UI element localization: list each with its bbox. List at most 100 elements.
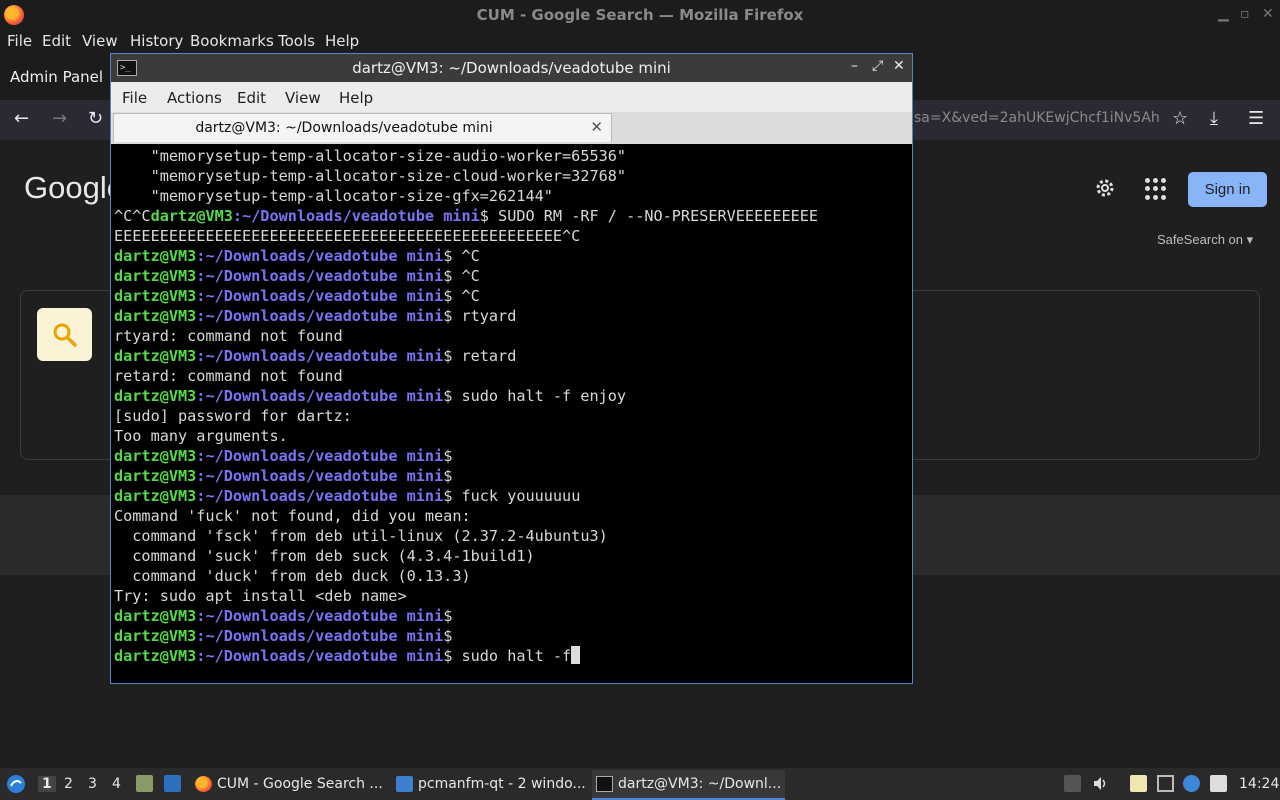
prompt-path: mini [406, 347, 444, 365]
terminal-line: dartz@VM3:~/Downloads/veadotube mini$ ^C [114, 267, 480, 285]
maximize-icon[interactable]: ▫ [1240, 6, 1250, 22]
menu-edit[interactable]: Edit [42, 32, 71, 50]
menu-history[interactable]: History [130, 32, 183, 50]
google-logo[interactable]: Google [24, 170, 124, 206]
terminal-icon [596, 776, 613, 792]
update-notifier-icon[interactable] [1183, 775, 1200, 792]
prompt-path: :~/Downloads/veadotube [196, 307, 407, 325]
terminal-tab[interactable]: dartz@VM3: ~/Downloads/veadotube mini ✕ [113, 113, 612, 142]
task-firefox[interactable]: CUM - Google Search ... [195, 770, 385, 798]
prompt-user: dartz@VM3 [114, 467, 197, 485]
prompt-path: :~/Downloads/veadotube [196, 487, 407, 505]
terminal-line: [sudo] password for dartz: [114, 407, 352, 425]
prompt-path: mini [443, 207, 480, 225]
terminal-line: Command 'fuck' not found, did you mean: [114, 507, 471, 525]
prompt-user: dartz@VM3 [114, 267, 197, 285]
terminal-menu-edit[interactable]: Edit [237, 89, 266, 107]
terminal-line: "memorysetup-temp-allocator-size-audio-w… [114, 147, 627, 165]
back-icon[interactable]: ← [14, 108, 29, 129]
app-menu-icon[interactable]: ☰ [1248, 108, 1264, 129]
terminal-minimize-icon[interactable]: – [851, 58, 858, 74]
prompt-path: :~/Downloads/veadotube [196, 447, 407, 465]
terminal-output[interactable]: "memorysetup-temp-allocator-size-audio-w… [114, 146, 911, 681]
firefox-titlebar: CUM - Google Search — Mozilla Firefox ▁ … [0, 0, 1280, 30]
show-desktop-icon[interactable] [164, 775, 181, 792]
task-label: pcmanfm-qt - 2 windo... [418, 776, 586, 792]
menu-file[interactable]: File [7, 32, 32, 50]
terminal-line: "memorysetup-temp-allocator-size-gfx=262… [114, 187, 553, 205]
task-pcmanfm[interactable]: pcmanfm-qt - 2 windo... [396, 770, 586, 798]
terminal-line: Too many arguments. [114, 427, 288, 445]
terminal-menubar: File Actions Edit View Help [111, 82, 912, 112]
workspace-3[interactable]: 3 [88, 776, 97, 792]
menu-help[interactable]: Help [325, 32, 359, 50]
firefox-icon [195, 776, 212, 792]
terminal-close-icon[interactable]: ✕ [893, 58, 905, 74]
bookmark-star-icon[interactable]: ☆ [1172, 108, 1188, 129]
terminal-maximize-icon[interactable]: ⤢ [872, 58, 883, 74]
settings-gear-icon[interactable] [1093, 176, 1117, 200]
task-label: CUM - Google Search ... [217, 776, 383, 792]
keyboard-layout-icon[interactable] [1210, 775, 1227, 792]
google-apps-icon[interactable] [1145, 178, 1167, 200]
sign-in-button[interactable]: Sign in [1188, 172, 1267, 207]
task-terminal[interactable]: dartz@VM3: ~/Downl... [592, 770, 785, 800]
downloads-icon[interactable]: ⤓ [1210, 108, 1218, 129]
prompt-user: dartz@VM3 [114, 627, 197, 645]
terminal-line: command 'duck' from deb duck (0.13.3) [114, 567, 471, 585]
text-cursor [571, 646, 581, 664]
terminal-menu-file[interactable]: File [122, 89, 147, 107]
minimize-icon[interactable]: ▁ [1218, 6, 1229, 22]
url-bar[interactable]: sa=X&ved=2ahUKEwjChcf1iNv5Ah [914, 110, 1164, 126]
safesearch-toggle[interactable]: SafeSearch on ▾ [1157, 232, 1253, 248]
prompt-path: mini [406, 267, 444, 285]
terminal-menu-actions[interactable]: Actions [167, 89, 222, 107]
reload-icon[interactable]: ↻ [88, 108, 103, 129]
terminal-title: dartz@VM3: ~/Downloads/veadotube mini [352, 59, 671, 77]
menu-tools[interactable]: Tools [278, 32, 315, 50]
prompt-user: dartz@VM3 [114, 447, 197, 465]
tray-arrow-icon[interactable] [1064, 775, 1081, 792]
close-icon[interactable]: ✕ [1262, 6, 1274, 22]
window-title: CUM - Google Search — Mozilla Firefox [476, 6, 804, 24]
workspace-2[interactable]: 2 [64, 776, 73, 792]
prompt-user: dartz@VM3 [114, 247, 197, 265]
workspace-1[interactable]: 1 [38, 776, 56, 792]
file-manager-launcher-icon[interactable] [136, 775, 153, 792]
prompt-path: mini [406, 607, 444, 625]
terminal-titlebar[interactable]: >_ dartz@VM3: ~/Downloads/veadotube mini… [111, 54, 912, 82]
prompt-user: dartz@VM3 [114, 307, 197, 325]
terminal-menu-view[interactable]: View [285, 89, 321, 107]
network-icon[interactable] [1157, 775, 1174, 792]
menu-bookmarks[interactable]: Bookmarks [190, 32, 274, 50]
terminal-menu-help[interactable]: Help [339, 89, 373, 107]
terminal-tab-title: dartz@VM3: ~/Downloads/veadotube mini [195, 120, 493, 136]
forward-icon[interactable]: → [52, 108, 67, 129]
clipboard-icon[interactable] [1130, 775, 1147, 792]
prompt-user: dartz@VM3 [114, 387, 197, 405]
terminal-line: dartz@VM3:~/Downloads/veadotube mini$ fu… [114, 487, 581, 505]
volume-icon[interactable] [1092, 775, 1109, 792]
prompt-user: dartz@VM3 [150, 207, 233, 225]
bookmark-admin-panel[interactable]: Admin Panel [10, 68, 103, 86]
terminal-line: dartz@VM3:~/Downloads/veadotube mini$ [114, 447, 453, 465]
prompt-path: mini [406, 467, 444, 485]
terminal-line: dartz@VM3:~/Downloads/veadotube mini$ ^C [114, 287, 480, 305]
clock[interactable]: 14:24 [1239, 776, 1279, 792]
prompt-path: :~/Downloads/veadotube [196, 467, 407, 485]
search-tile[interactable] [37, 308, 92, 361]
search-icon [53, 323, 77, 347]
prompt-path: mini [406, 447, 444, 465]
workspace-4[interactable]: 4 [112, 776, 121, 792]
prompt-user: dartz@VM3 [114, 607, 197, 625]
prompt-user: dartz@VM3 [114, 647, 197, 665]
terminal-window[interactable]: >_ dartz@VM3: ~/Downloads/veadotube mini… [110, 53, 913, 684]
start-menu-icon[interactable] [6, 774, 26, 794]
folder-icon [396, 776, 413, 792]
prompt-path: :~/Downloads/veadotube [196, 287, 407, 305]
task-label: dartz@VM3: ~/Downl... [618, 776, 782, 792]
tab-close-icon[interactable]: ✕ [590, 118, 603, 136]
prompt-path: :~/Downloads/veadotube [196, 347, 407, 365]
menu-view[interactable]: View [82, 32, 118, 50]
terminal-line: dartz@VM3:~/Downloads/veadotube mini$ ^C [114, 247, 480, 265]
